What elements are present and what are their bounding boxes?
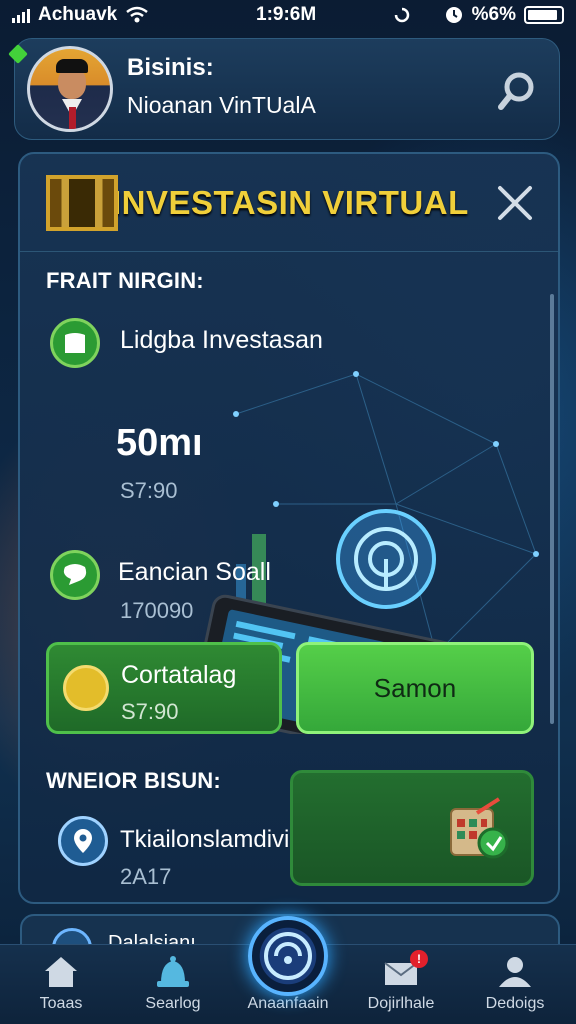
avatar[interactable] (27, 46, 113, 132)
header-subtitle: Nioanan VinTUalA (127, 91, 316, 118)
section-label-frait: FRAIT NIRGIN: (46, 268, 204, 293)
search-icon[interactable] (495, 69, 539, 113)
center-action-button[interactable] (248, 916, 328, 996)
nav-label-messages: Dojirlhale (367, 995, 435, 1012)
cortatalag-card[interactable]: Cortatalag S7:90 (46, 642, 282, 734)
coin-icon (63, 665, 109, 711)
item-label-eancian: Eancian Soall (118, 558, 271, 586)
header-title: Bisinis: (127, 53, 214, 81)
clock: 1:9:6M (256, 4, 317, 25)
nav-item-profile[interactable]: Dedoigs (460, 955, 570, 1013)
nav-item-search[interactable]: Searlog (118, 955, 228, 1013)
profile-header: Bisinis: Nioanan VinTUalA (8, 38, 560, 140)
item-value-tkiailons: 2A17 (120, 864, 172, 889)
close-icon[interactable] (494, 182, 536, 224)
section-label-wneior: WNEIOR BISUN: (46, 768, 221, 793)
card-left-value: S7:90 (121, 699, 179, 724)
nav-label-profile: Dedoigs (485, 995, 545, 1012)
signal-swirl-icon (264, 932, 312, 980)
panel-header: INVESTASIN VIRTUAL (20, 154, 558, 252)
notification-badge: ! (410, 950, 428, 968)
brand-logo-icon (46, 174, 118, 231)
big-value-sub: S7:90 (120, 478, 178, 503)
signal-icon (12, 7, 30, 23)
bell-icon (157, 956, 189, 987)
nav-item-center[interactable]: Anaanfaain (233, 995, 343, 1013)
nav-label-center: Anaanfaain (247, 995, 329, 1012)
nav-item-messages[interactable]: Dojirlhale (346, 955, 456, 1013)
nav-label-home: Toaas (39, 995, 83, 1012)
panel-title: INVESTASIN VIRTUAL (112, 183, 469, 221)
shield-icon (50, 318, 100, 368)
item-label-investasan: Lidgba Investasan (120, 326, 323, 354)
carrier-name: Achuavk (38, 4, 118, 25)
big-value: 50mı (116, 422, 203, 464)
location-pin-icon (58, 816, 108, 866)
battery-percent: %6% (471, 4, 516, 25)
battery-icon (524, 6, 564, 24)
online-status-icon (8, 44, 28, 64)
card-left-label: Cortatalag (121, 661, 237, 689)
alarm-icon (445, 7, 462, 23)
samon-button[interactable]: Samon (296, 642, 534, 734)
investment-panel: INVESTASIN VIRTUAL FRAIT NIRGIN: Lidgba … (18, 152, 560, 904)
home-icon (45, 957, 77, 987)
chat-icon (50, 550, 100, 600)
calendar-card[interactable] (290, 770, 534, 886)
wifi-icon (126, 6, 148, 23)
status-bar: Achuavk 1:9:6M %6% (0, 0, 576, 30)
item-value-eancian: 170090 (120, 598, 194, 623)
nav-item-home[interactable]: Toaas (6, 955, 116, 1013)
sync-icon (394, 7, 409, 23)
location-icon (421, 7, 434, 23)
user-icon (499, 957, 531, 987)
calendar-chart-icon (450, 797, 509, 859)
nav-label-search: Searlog (145, 995, 201, 1012)
